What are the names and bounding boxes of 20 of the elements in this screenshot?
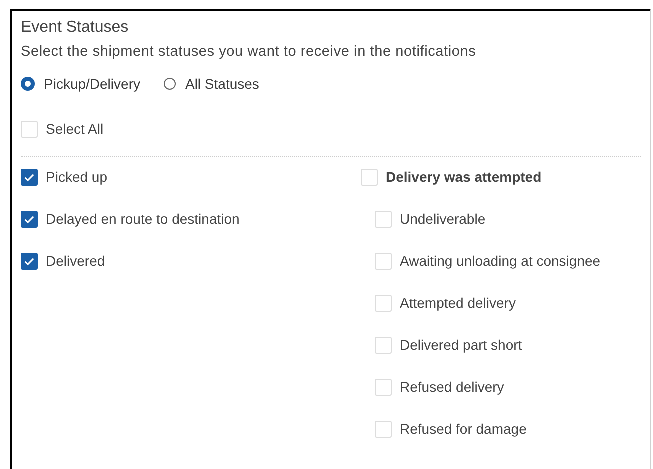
checkbox[interactable]: [21, 210, 38, 228]
checkbox-label: Select All: [46, 121, 104, 137]
checkbox-label: Undeliverable: [400, 211, 486, 227]
section-description: Select the shipment statuses you want to receive in the notifications: [21, 43, 478, 62]
checkbox-label: Picked up: [46, 169, 108, 185]
checkbox[interactable]: [21, 168, 38, 186]
checkbox[interactable]: [21, 252, 38, 270]
checkbox-label: Delivered part short: [400, 337, 522, 353]
checkbox-label: Attempted delivery: [400, 295, 516, 311]
radio-option[interactable]: Pickup/Delivery: [21, 76, 140, 92]
checkbox-label: Refused delivery: [400, 379, 504, 395]
section-title: Event Statuses: [21, 18, 130, 38]
radio-option[interactable]: All Statuses: [164, 76, 260, 92]
checkbox-label: Awaiting unloading at consignee: [400, 253, 601, 269]
checkbox-label: Delivered: [46, 253, 106, 269]
group-label: Delivery was attempted: [386, 169, 542, 185]
radio-button[interactable]: [21, 77, 35, 91]
radio-button[interactable]: [164, 78, 176, 90]
checkbox-label: Delayed en route to destination: [46, 211, 240, 227]
checkbox-label: Refused for damage: [400, 421, 527, 437]
